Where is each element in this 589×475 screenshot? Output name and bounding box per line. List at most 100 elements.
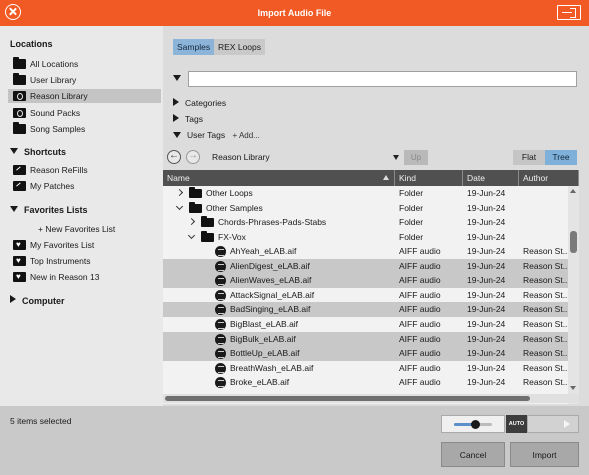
preview-volume-slider[interactable] — [441, 415, 505, 433]
table-row[interactable]: Broke_eLAB.aif AIFF audio 19-Jun-24 Reason … — [163, 375, 568, 390]
sidebar-item-label: Reason Library — [30, 91, 88, 102]
expand-icon — [173, 114, 179, 122]
auto-preview-button[interactable]: AUTO — [506, 415, 527, 433]
sidebar-item-my-patches[interactable]: My Patches — [8, 179, 161, 193]
row-author: Reason St... — [523, 318, 568, 329]
audio-file-icon — [215, 275, 226, 287]
column-author[interactable]: Author — [519, 170, 579, 186]
chevron-right-icon[interactable] — [187, 218, 196, 226]
favorites-icon — [13, 270, 26, 284]
sidebar-item-all-locations[interactable]: All Locations — [8, 57, 161, 71]
flat-view-button[interactable]: Flat — [513, 150, 545, 165]
vertical-scroll-thumb[interactable] — [570, 231, 577, 253]
row-kind: AIFF audio — [399, 304, 441, 315]
row-kind: AIFF audio — [399, 246, 441, 257]
import-button[interactable]: Import — [510, 442, 579, 467]
tab-samples[interactable]: Samples — [173, 39, 215, 55]
row-kind: AIFF audio — [399, 275, 441, 286]
table-row[interactable]: BreathWash_eLAB.aif AIFF audio 19-Jun-24 Re… — [163, 361, 568, 376]
cancel-button[interactable]: Cancel — [441, 442, 505, 467]
computer-heading[interactable]: Computer — [10, 295, 65, 306]
chevron-down-icon — [393, 155, 399, 160]
table-row[interactable]: AhYeah_eLAB.aif AIFF audio 19-Jun-24 Reason… — [163, 244, 568, 259]
window-mode-icon[interactable] — [557, 5, 581, 20]
favorites-heading[interactable]: Favorites Lists — [10, 205, 88, 215]
add-user-tag-button[interactable]: + Add... — [232, 131, 259, 140]
shortcut-icon — [13, 165, 26, 175]
reason-library-icon — [13, 91, 26, 102]
table-row[interactable]: AttackSignal_eLAB.aif AIFF audio 19-Jun-24… — [163, 288, 568, 303]
table-header: Name Kind Date Author — [163, 170, 579, 186]
row-date: 19-Jun-24 — [467, 217, 506, 228]
footer: 5 items selected AUTO Cancel Import — [0, 406, 589, 475]
shortcuts-heading[interactable]: Shortcuts — [10, 147, 66, 157]
column-date[interactable]: Date — [463, 170, 519, 186]
up-button[interactable]: Up — [404, 150, 428, 165]
folder-icon — [13, 57, 26, 69]
horizontal-scrollbar[interactable] — [163, 394, 579, 403]
table-row[interactable]: AlienDigest_eLAB.aif AIFF audio 19-Jun-24 R… — [163, 258, 568, 274]
audio-file-icon — [215, 304, 226, 316]
search-input[interactable] — [188, 71, 577, 87]
audio-file-icon — [215, 377, 226, 389]
user-tags-filter[interactable]: User Tags + Add... — [173, 130, 260, 140]
chevron-down-icon[interactable] — [187, 231, 196, 239]
chevron-right-icon[interactable] — [175, 188, 184, 197]
row-name: AhYeah_eLAB.aif — [230, 246, 297, 257]
audio-file-icon — [215, 260, 226, 272]
row-name: BreathWash_eLAB.aif — [230, 362, 314, 373]
title-bar: Import Audio File — [0, 0, 589, 26]
sidebar-item-song-samples[interactable]: Song Samples — [8, 121, 161, 136]
table-row[interactable]: BigBulk_eLAB.aif AIFF audio 19-Jun-24 Reaso… — [163, 331, 568, 346]
sidebar: Locations All Locations User Library Reaso… — [0, 26, 163, 406]
slider-knob[interactable] — [470, 420, 480, 429]
sidebar-item-reason-refills[interactable]: Reason ReFills — [8, 163, 161, 177]
sidebar-item-my-favorites-list[interactable]: My Favorites List — [8, 238, 161, 252]
row-author: Reason St... — [523, 362, 568, 373]
tags-filter[interactable]: Tags — [173, 114, 203, 124]
row-kind: AIFF audio — [399, 318, 441, 329]
sidebar-item-new-in-reason-13[interactable]: New in Reason 13 — [8, 270, 161, 284]
row-kind: Folder — [399, 217, 424, 228]
sidebar-item-reason-library[interactable]: Reason Library — [8, 89, 161, 104]
row-kind: AIFF audio — [399, 362, 441, 373]
row-date: 19-Jun-24 — [467, 188, 506, 198]
scroll-down-icon[interactable] — [570, 386, 576, 390]
audio-file-icon — [215, 318, 226, 330]
table-row[interactable]: BadSinging_eLAB.aif AIFF audio 19-Jun-24 Re… — [163, 302, 568, 317]
categories-filter[interactable]: Categories — [173, 98, 226, 108]
audio-file-icon — [215, 289, 226, 301]
table-row[interactable]: Other Samples Folder 19-Jun-24 — [163, 201, 568, 216]
play-button[interactable] — [527, 415, 579, 433]
tree-view-button[interactable]: Tree — [545, 150, 577, 165]
table-row[interactable]: BottleUp_eLAB.aif AIFF audio 19-Jun-24 Reas… — [163, 346, 568, 361]
vertical-scrollbar[interactable] — [568, 186, 579, 404]
column-kind[interactable]: Kind — [395, 170, 463, 186]
sidebar-item-sound-packs[interactable]: Sound Packs — [8, 106, 161, 120]
new-favorites-list-button[interactable]: + New Favorites List — [8, 222, 161, 236]
path-dropdown[interactable]: Reason Library — [206, 150, 403, 165]
sidebar-item-label: Sound Packs — [30, 107, 81, 118]
row-name: Broke_eLAB.aif — [230, 377, 290, 388]
sidebar-item-user-library[interactable]: User Library — [8, 73, 161, 87]
column-name[interactable]: Name — [163, 170, 395, 186]
row-name: Other Loops — [206, 188, 253, 198]
search-filter-toggle-icon[interactable] — [173, 75, 181, 81]
sidebar-item-top-instruments[interactable]: Top Instruments — [8, 254, 161, 268]
table-row[interactable]: Chords-Phrases-Pads-Stabs Folder 19-Jun-24 — [163, 215, 568, 230]
table-row[interactable]: BigBlast_eLAB.aif AIFF audio 19-Jun-24 Reas… — [163, 317, 568, 332]
chevron-down-icon[interactable] — [175, 202, 184, 210]
horizontal-scroll-thumb[interactable] — [165, 396, 530, 401]
sound-pack-icon — [13, 107, 26, 118]
sidebar-item-label: My Patches — [30, 181, 75, 192]
scroll-up-icon[interactable] — [570, 189, 576, 193]
table-row[interactable]: FX-Vox Folder 19-Jun-24 — [163, 230, 568, 245]
table-row[interactable]: Other Loops Folder 19-Jun-24 — [163, 186, 568, 201]
forward-arrow-icon[interactable] — [186, 150, 200, 164]
row-kind: Folder — [399, 202, 424, 213]
table-row[interactable]: AlienWaves_eLAB.aif AIFF audio 19-Jun-24 Re… — [163, 273, 568, 288]
sidebar-item-label: Song Samples — [30, 123, 86, 134]
back-arrow-icon[interactable] — [167, 150, 181, 164]
audio-file-icon — [215, 333, 226, 345]
tab-rex-loops[interactable]: REX Loops — [214, 39, 265, 55]
